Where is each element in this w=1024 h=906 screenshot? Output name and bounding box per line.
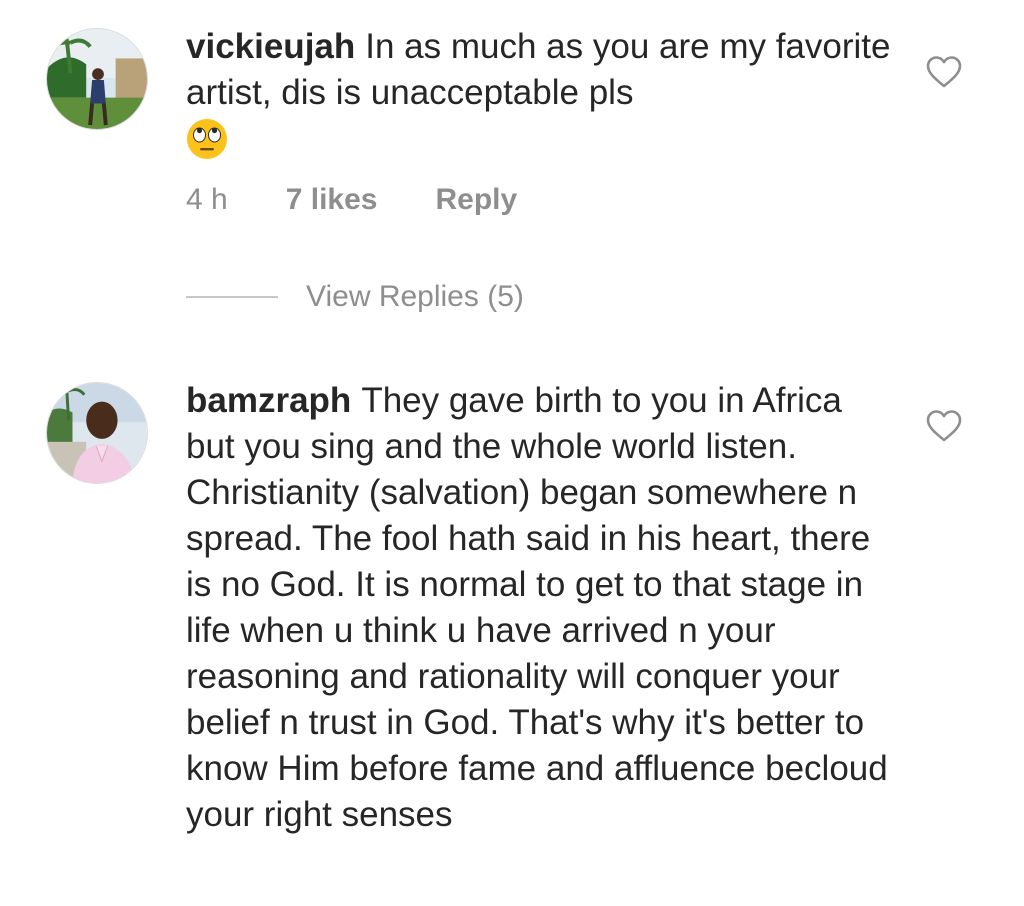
comment-username[interactable]: bamzraph [186, 381, 351, 420]
comment-username[interactable]: vickieujah [186, 27, 355, 66]
comment-meta: 4 h 7 likes Reply [186, 183, 517, 217]
comment-text: They gave birth to you in Africa but you… [186, 381, 888, 834]
comment-body: vickieujah In as much as you are my favor… [186, 24, 906, 162]
comment-body: bamzraph They gave birth to you in Africa… [186, 378, 891, 838]
face-with-rolling-eyes-icon [186, 118, 228, 160]
heart-outline-icon[interactable] [926, 55, 962, 89]
view-replies-button[interactable]: View Replies (5) [186, 280, 524, 314]
view-replies-label: View Replies (5) [306, 280, 524, 313]
avatar-image [47, 383, 147, 483]
heart-outline-icon[interactable] [926, 409, 962, 443]
reply-button[interactable]: Reply [435, 183, 517, 217]
avatar[interactable] [46, 28, 148, 130]
comment-timestamp: 4 h [186, 183, 228, 216]
comment-item: vickieujah In as much as you are my favor… [0, 0, 1024, 340]
likes-count[interactable]: 7 likes [286, 183, 378, 217]
avatar-image [47, 29, 147, 129]
comment-item: bamzraph They gave birth to you in Africa… [0, 340, 1024, 906]
replies-divider [186, 296, 278, 298]
avatar[interactable] [46, 382, 148, 484]
